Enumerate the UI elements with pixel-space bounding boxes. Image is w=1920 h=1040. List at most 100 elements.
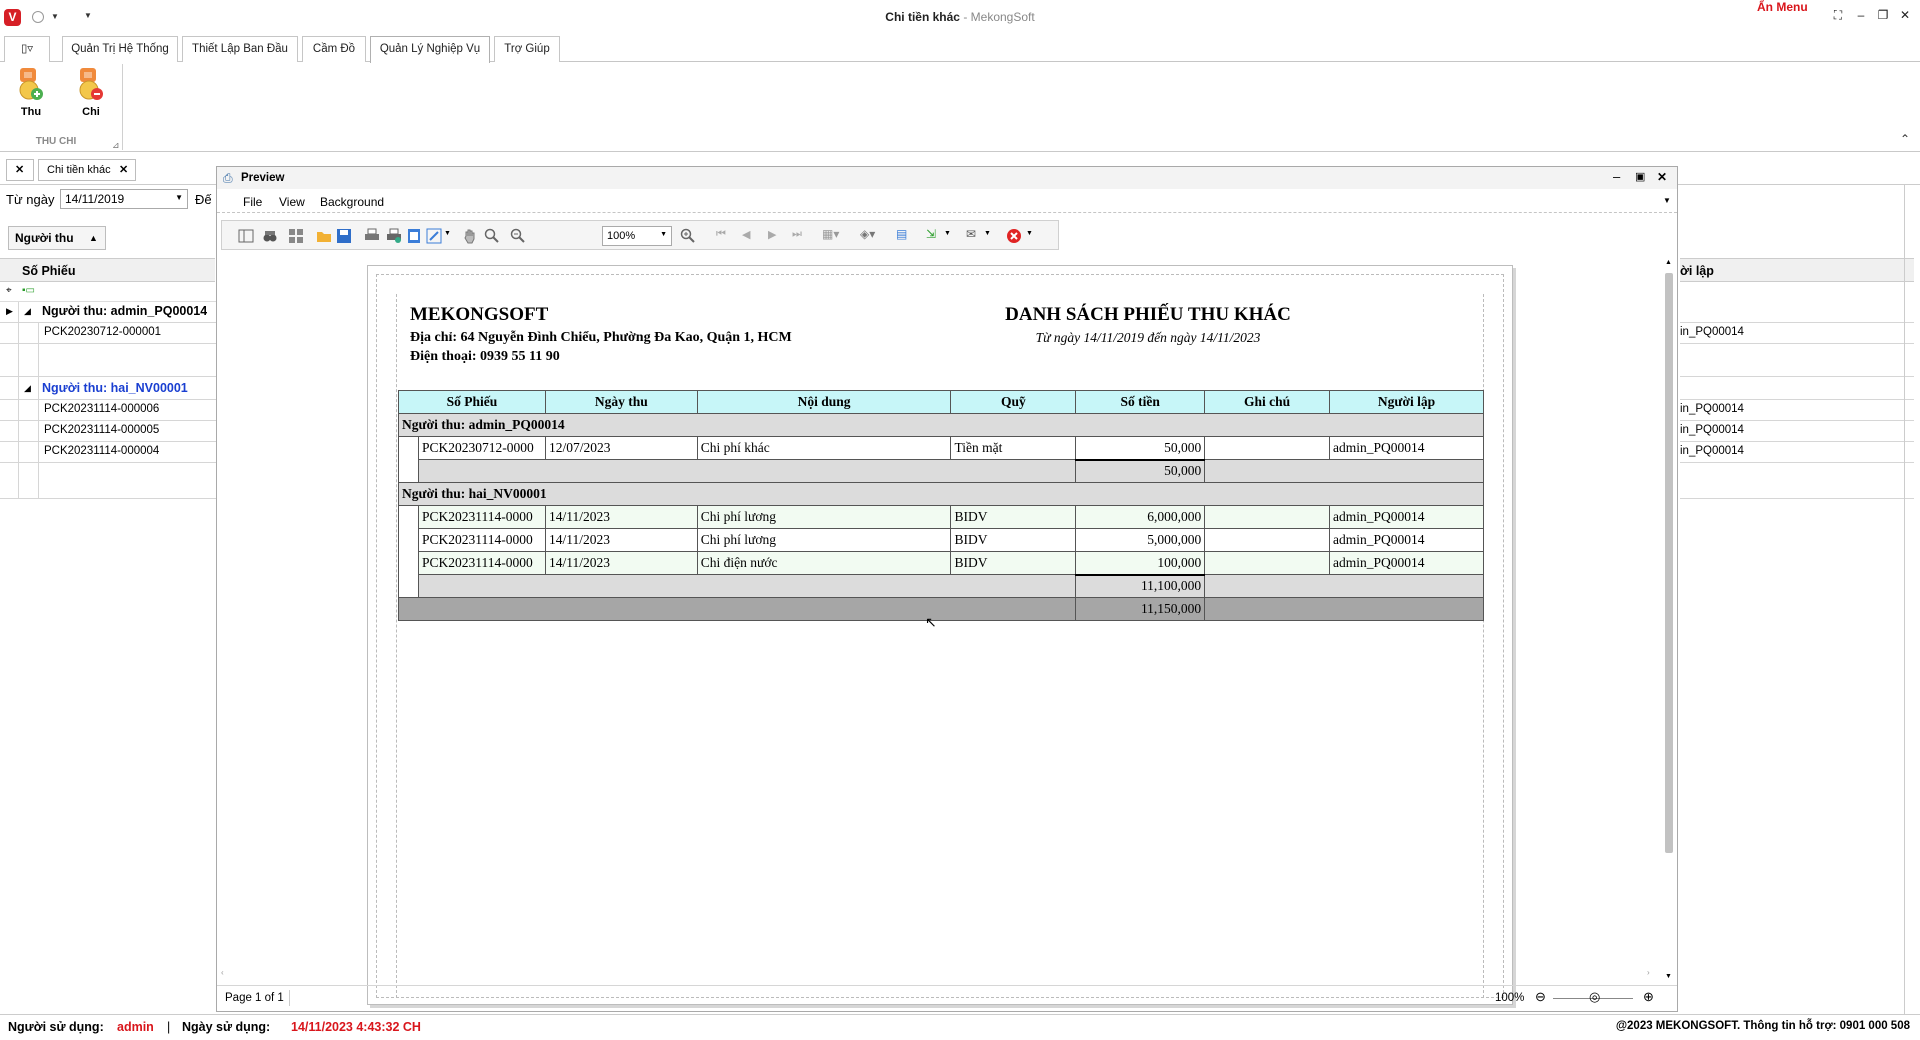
report-grand-total-row: 11,150,000 [397, 597, 1484, 621]
zoom-slider-minus-icon[interactable]: ⊖ [1535, 989, 1546, 1005]
from-date-input[interactable]: 14/11/2019 ▼ [60, 189, 188, 209]
magnifier-icon[interactable] [484, 228, 500, 244]
group-by-chip[interactable]: Người thu ▲ [8, 226, 106, 250]
tab-quan-tri-he-thong[interactable]: Quản Trị Hệ Thống [62, 36, 178, 62]
column-nguoi-lap[interactable]: ời lập [1680, 264, 1714, 278]
grid-cell-nguoi-lap: in_PQ00014 [1680, 326, 1744, 338]
grid-group-row[interactable]: Người thu: admin_PQ00014 [42, 304, 207, 318]
zoom-slider-thumb[interactable]: ◎ [1589, 989, 1600, 1005]
zoom-combo[interactable]: 100% ▼ [602, 226, 672, 246]
grid-row[interactable]: PCK20231114-000005 [44, 424, 159, 436]
window-title: Chi tiền khác - MekongSoft [885, 10, 1035, 24]
menu-overflow-icon[interactable]: ▼ [1663, 196, 1671, 205]
email-dropdown-icon[interactable]: ▼ [984, 230, 991, 237]
document-map-icon[interactable] [238, 228, 254, 244]
fullscreen-icon[interactable]: ⛶ [1829, 8, 1847, 26]
close-all-tabs-icon[interactable]: ✕ [6, 159, 34, 181]
chi-button[interactable]: Chi [68, 66, 114, 118]
collapse-group-icon[interactable]: ◢ [24, 383, 31, 394]
preview-document-area[interactable]: MEKONGSOFT Địa chỉ: 64 Nguyễn Đình Chiểu… [217, 257, 1661, 1005]
cell-nguoi-lap: admin_PQ00014 [1329, 528, 1484, 552]
page-setup-icon[interactable] [406, 228, 422, 244]
group-dialog-launcher-icon[interactable]: ⊿ [112, 140, 120, 151]
zoom-out-icon[interactable] [510, 228, 526, 244]
preview-close-icon[interactable]: ✕ [1657, 170, 1667, 184]
vertical-scroll-thumb[interactable] [1665, 273, 1673, 853]
hide-menu-link[interactable]: Ẩn Menu [1757, 0, 1808, 14]
close-tab-icon[interactable]: ✕ [119, 160, 128, 180]
zoom-in-icon[interactable] [680, 228, 696, 244]
menu-view[interactable]: View [279, 195, 305, 209]
preview-maximize-icon[interactable]: ▣ [1635, 170, 1645, 183]
cell-noi-dung: Chi phí khác [696, 436, 952, 460]
tab-chi-tien-khac[interactable]: Chi tiền khác ✕ [38, 159, 136, 181]
toolbar-overflow-icon[interactable]: ▼ [1026, 230, 1033, 237]
grid-filter-row[interactable]: ⌖ ▪▭ [0, 282, 216, 302]
collapse-ribbon-icon[interactable]: ⌃ [1900, 132, 1910, 146]
grid-cell-nguoi-lap: in_PQ00014 [1680, 403, 1744, 415]
scroll-up-icon[interactable]: ▲ [1665, 259, 1672, 266]
grid-group-row[interactable]: Người thu: hai_NV00001 [42, 381, 188, 395]
header-so-tien: Số tiền [1075, 390, 1206, 414]
cell-quy: BIDV [950, 528, 1077, 552]
preview-title-bar[interactable]: ⎙ Preview – ▣ ✕ [217, 167, 1677, 189]
cell-nguoi-lap: admin_PQ00014 [1329, 505, 1484, 529]
report-data-row: PCK20231114-0000 14/11/2023 Chi điện nướ… [398, 551, 1484, 575]
scroll-left-icon[interactable]: ‹ [221, 968, 224, 977]
last-page-icon[interactable]: ⏭ [792, 228, 802, 241]
first-page-icon[interactable]: ⏮ [716, 228, 726, 241]
column-so-phieu[interactable]: Số Phiếu [22, 264, 75, 278]
menu-background[interactable]: Background [320, 195, 384, 209]
collapse-group-icon[interactable]: ◢ [24, 306, 31, 317]
tab-quan-ly-nghiep-vu[interactable]: Quản Lý Nghiệp Vụ [370, 36, 490, 63]
zoom-slider-plus-icon[interactable]: ⊕ [1643, 989, 1654, 1005]
background-color-icon[interactable]: ◈▾ [860, 227, 875, 241]
grid-row[interactable]: PCK20231114-000006 [44, 403, 159, 415]
previous-page-icon[interactable]: ◀ [742, 228, 750, 241]
close-preview-icon[interactable] [1006, 228, 1022, 244]
save-icon[interactable] [336, 228, 352, 244]
zoom-dropdown-icon[interactable]: ▼ [660, 231, 667, 238]
cell-ghi-chu [1204, 505, 1331, 529]
next-page-icon[interactable]: ▶ [768, 228, 776, 241]
quick-print-icon[interactable] [386, 228, 402, 244]
scale-dropdown-icon[interactable]: ▼ [444, 230, 451, 237]
to-date-label: Đế [195, 192, 212, 207]
subtotal-value: 50,000 [1075, 458, 1206, 483]
app-menu-button[interactable]: ▯▿ [4, 36, 50, 62]
sort-asc-icon[interactable]: ▲ [89, 227, 98, 249]
scroll-right-icon[interactable]: › [1647, 968, 1650, 977]
tab-cam-do[interactable]: Cầm Đồ [302, 36, 366, 62]
minimize-icon[interactable]: – [1852, 8, 1870, 26]
filter-row-icon[interactable]: ▪▭ [22, 285, 35, 296]
status-separator: | [167, 1020, 171, 1034]
preview-minimize-icon[interactable]: – [1613, 169, 1620, 184]
scroll-down-icon[interactable]: ▼ [1665, 973, 1672, 980]
filter-pin-icon[interactable]: ⌖ [6, 285, 12, 296]
tab-thiet-lap-ban-dau[interactable]: Thiết Lập Ban Đầu [182, 36, 298, 62]
thu-button[interactable]: Thu [8, 66, 54, 118]
open-icon[interactable] [316, 228, 332, 244]
menu-file[interactable]: File [243, 195, 262, 209]
watermark-icon[interactable]: ▤ [896, 227, 907, 241]
export-icon[interactable]: ⇲ [926, 227, 936, 241]
close-icon[interactable]: ✕ [1896, 8, 1914, 26]
grid-row[interactable]: PCK20231114-000004 [44, 445, 159, 457]
find-icon[interactable] [262, 228, 278, 244]
print-icon[interactable] [364, 228, 380, 244]
hand-tool-icon[interactable] [462, 228, 478, 244]
vertical-scrollbar[interactable]: ▲ ▼ [1661, 257, 1677, 985]
horizontal-scrollbar[interactable]: ‹ › [217, 967, 1661, 981]
restore-icon[interactable]: ❐ [1874, 8, 1892, 26]
scale-icon[interactable] [426, 228, 442, 244]
send-email-icon[interactable]: ✉ [966, 227, 976, 241]
multiple-pages-icon[interactable]: ▦▾ [822, 227, 839, 241]
preview-title: Preview [241, 172, 285, 184]
thumbnails-icon[interactable] [288, 228, 304, 244]
date-dropdown-icon[interactable]: ▼ [175, 193, 183, 202]
report-title: DANH SÁCH PHIẾU THU KHÁC [1005, 304, 1291, 325]
cell-so-phieu: PCK20231114-0000 [417, 551, 546, 575]
export-dropdown-icon[interactable]: ▼ [944, 230, 951, 237]
tab-tro-giup[interactable]: Trợ Giúp [494, 36, 560, 62]
grid-row[interactable]: PCK20230712-000001 [44, 326, 161, 338]
